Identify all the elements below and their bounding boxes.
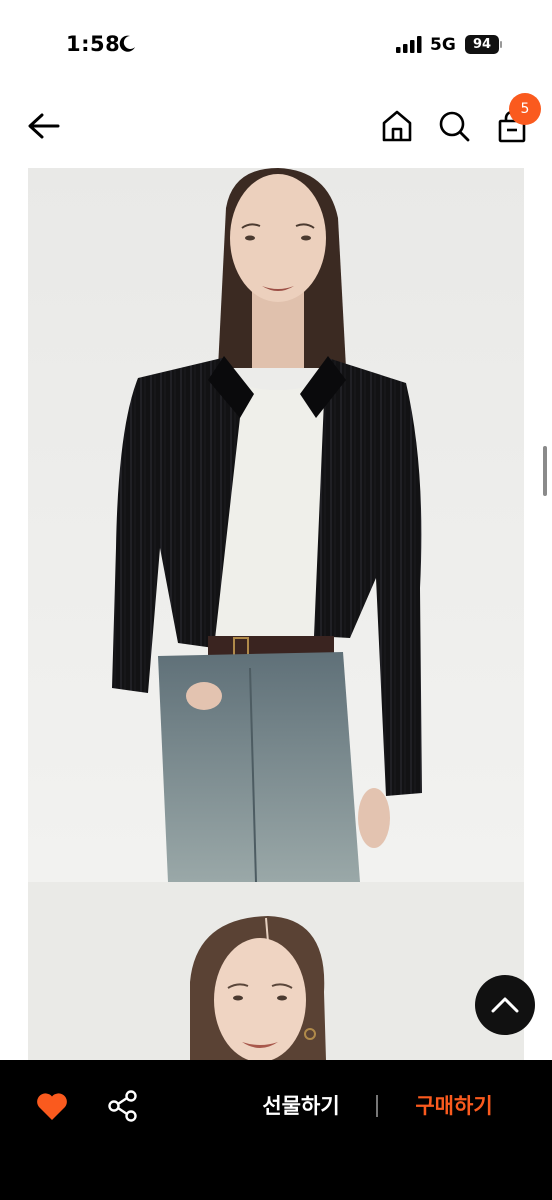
cart-count-badge: 5 [509, 93, 541, 125]
product-image-main[interactable] [28, 168, 524, 882]
home-icon [382, 110, 412, 142]
moon-icon [117, 34, 137, 54]
like-button[interactable] [34, 1088, 70, 1124]
top-navigation [0, 90, 552, 162]
share-button[interactable] [106, 1088, 140, 1124]
back-arrow-icon [28, 113, 60, 139]
network-label: 5G [430, 35, 456, 55]
product-image-closeup[interactable] [28, 882, 524, 1060]
buy-button[interactable]: 구매하기 [392, 1088, 516, 1124]
bottom-action-bar: 선물하기 구매하기 [0, 1060, 552, 1200]
chevron-up-icon [491, 997, 519, 1013]
divider [376, 1095, 378, 1117]
battery-level: 94 [472, 37, 492, 52]
product-detail-screen: 1:58 5G 94 5 선물하기 구매하기 [0, 0, 552, 1200]
share-icon [108, 1090, 137, 1122]
search-icon [439, 111, 470, 142]
status-time: 1:58 [66, 32, 121, 56]
scroll-to-top-button[interactable] [475, 975, 535, 1035]
battery-icon: 94 [465, 35, 502, 54]
status-bar: 1:58 5G 94 [0, 0, 552, 90]
heart-icon [37, 1093, 67, 1120]
scroll-indicator[interactable] [543, 446, 547, 496]
signal-icon [396, 36, 422, 53]
product-image-gallery [28, 168, 524, 1060]
back-button[interactable] [24, 106, 64, 146]
gift-button[interactable]: 선물하기 [240, 1088, 362, 1124]
search-button[interactable] [437, 108, 471, 144]
home-button[interactable] [380, 108, 414, 144]
